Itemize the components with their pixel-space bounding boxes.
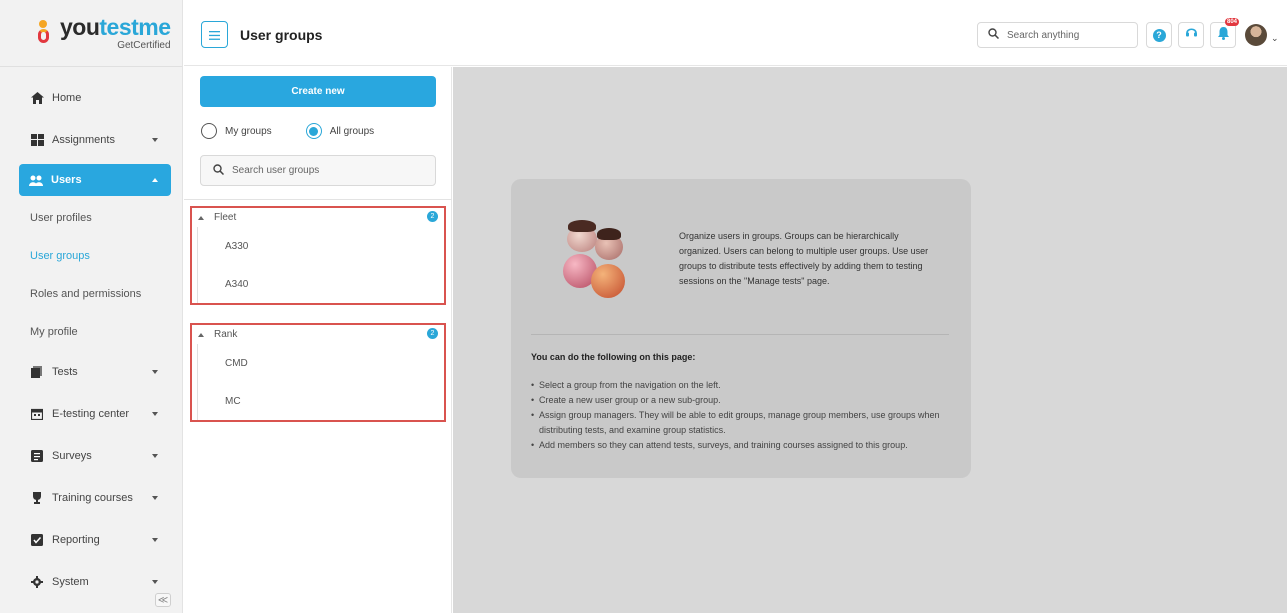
chevron-up-icon — [152, 178, 158, 182]
sidebar-item-surveys[interactable]: Surveys — [0, 435, 182, 477]
top-header: User groups Search anything ? 804 ⌄ — [184, 0, 1287, 66]
sidebar-nav: Home Assignments Users User profiles Use… — [0, 67, 182, 603]
menu-toggle-button[interactable] — [201, 21, 228, 48]
sidebar-item-roles-and-permissions[interactable]: Roles and permissions — [0, 275, 182, 313]
my-groups-radio[interactable] — [201, 123, 217, 139]
support-button[interactable] — [1178, 22, 1204, 48]
hamburger-icon — [209, 27, 220, 43]
sidebar-item-training-courses[interactable]: Training courses — [0, 477, 182, 519]
groups-illustration-icon — [555, 214, 635, 304]
group-filter-radios: My groups All groups — [201, 123, 408, 139]
user-groups-search-placeholder: Search user groups — [232, 165, 320, 176]
sidebar-item-label: Assignments — [52, 134, 115, 146]
group-children: A330 A340 — [197, 227, 444, 303]
group-tree-rank: Rank 2 CMD MC — [190, 323, 446, 422]
sidebar-item-users[interactable]: Users — [19, 164, 171, 196]
chevron-down-icon — [152, 580, 158, 584]
page-title: User groups — [240, 27, 323, 43]
group-node-cmd[interactable]: CMD — [198, 344, 444, 382]
sidebar-item-reporting[interactable]: Reporting — [0, 519, 182, 561]
group-tree-fleet: Fleet 2 A330 A340 — [190, 206, 446, 305]
sidebar: youtestme GetCertified Home Assignments … — [0, 0, 183, 613]
calendar-icon — [30, 407, 44, 421]
headset-icon — [1185, 26, 1198, 44]
logo[interactable]: youtestme GetCertified — [0, 0, 182, 66]
info-divider — [531, 334, 949, 335]
help-icon: ? — [1152, 28, 1166, 42]
info-heading: You can do the following on this page: — [531, 352, 696, 362]
group-name: Fleet — [214, 212, 237, 223]
sidebar-item-label: System — [52, 576, 89, 588]
sidebar-item-home[interactable]: Home — [0, 77, 182, 119]
all-groups-radio[interactable] — [305, 123, 322, 139]
chevron-down-icon[interactable]: ⌄ — [1271, 33, 1279, 44]
group-node-fleet[interactable]: Fleet 2 — [192, 208, 444, 227]
sidebar-item-label: Home — [52, 92, 82, 104]
chevron-down-icon — [152, 496, 158, 500]
sidebar-item-tests[interactable]: Tests — [0, 351, 182, 393]
list-item: Add members so they can attend tests, su… — [531, 438, 961, 453]
global-search-placeholder: Search anything — [1007, 29, 1080, 41]
group-node-a340[interactable]: A340 — [198, 265, 444, 303]
avatar[interactable] — [1245, 24, 1267, 46]
subgroup-count-badge: 2 — [427, 328, 438, 339]
sidebar-item-label: Surveys — [52, 450, 92, 462]
sidebar-item-label: Tests — [52, 366, 78, 378]
trophy-icon — [30, 491, 44, 505]
sidebar-item-assignments[interactable]: Assignments — [0, 119, 182, 161]
group-node-mc[interactable]: MC — [198, 382, 444, 420]
sidebar-item-label: Users — [51, 174, 82, 186]
user-groups-search-input[interactable]: Search user groups — [200, 155, 436, 186]
collapse-arrow-icon[interactable] — [198, 215, 204, 220]
global-search-input[interactable]: Search anything — [977, 22, 1138, 48]
notification-count-badge: 804 — [1224, 18, 1239, 26]
info-card: Organize users in groups. Groups can be … — [511, 179, 971, 478]
chevron-down-icon — [152, 538, 158, 542]
collapse-sidebar-button[interactable]: ≪ — [155, 593, 171, 607]
reporting-icon — [30, 533, 44, 547]
group-node-a330[interactable]: A330 — [198, 227, 444, 265]
sidebar-item-label: E-testing center — [52, 408, 130, 420]
list-item: Create a new user group or a new sub-gro… — [531, 393, 961, 408]
all-groups-label[interactable]: All groups — [330, 126, 374, 137]
logo-wordmark: youtestme — [60, 13, 171, 40]
collapse-arrow-icon[interactable] — [198, 332, 204, 337]
search-icon — [988, 28, 1000, 42]
logo-tagline: GetCertified — [117, 39, 171, 51]
chevron-down-icon — [152, 454, 158, 458]
panel-divider — [184, 199, 452, 200]
help-button[interactable]: ? — [1146, 22, 1172, 48]
assignments-icon — [30, 133, 44, 147]
sidebar-item-my-profile[interactable]: My profile — [0, 313, 182, 351]
sidebar-item-label: Training courses — [52, 492, 133, 504]
chevron-down-icon — [152, 370, 158, 374]
chevron-down-icon — [152, 412, 158, 416]
group-children: CMD MC — [197, 344, 444, 420]
bell-icon — [1217, 26, 1230, 45]
chevron-down-icon — [152, 138, 158, 142]
sidebar-item-user-profiles[interactable]: User profiles — [0, 199, 182, 237]
notifications-button[interactable]: 804 — [1210, 18, 1239, 48]
main-content-overlay: Organize users in groups. Groups can be … — [453, 67, 1287, 613]
home-icon — [30, 91, 44, 105]
tests-icon — [30, 365, 44, 379]
info-intro-text: Organize users in groups. Groups can be … — [679, 231, 929, 286]
users-icon — [29, 173, 43, 187]
sidebar-item-e-testing-center[interactable]: E-testing center — [0, 393, 182, 435]
surveys-icon — [30, 449, 44, 463]
list-item: Assign group managers. They will be able… — [531, 408, 961, 438]
sidebar-item-user-groups[interactable]: User groups — [0, 237, 182, 275]
info-list: Select a group from the navigation on th… — [531, 378, 961, 453]
gear-icon — [30, 575, 44, 589]
group-name: Rank — [214, 329, 238, 340]
search-icon — [213, 163, 225, 178]
list-item: Select a group from the navigation on th… — [531, 378, 961, 393]
create-new-button[interactable]: Create new — [200, 76, 436, 107]
group-node-rank[interactable]: Rank 2 — [192, 325, 444, 344]
my-groups-label[interactable]: My groups — [225, 126, 272, 137]
logo-icon — [36, 20, 52, 46]
user-groups-panel: Create new My groups All groups Search u… — [184, 67, 452, 613]
sidebar-item-label: Reporting — [52, 534, 100, 546]
subgroup-count-badge: 2 — [427, 211, 438, 222]
